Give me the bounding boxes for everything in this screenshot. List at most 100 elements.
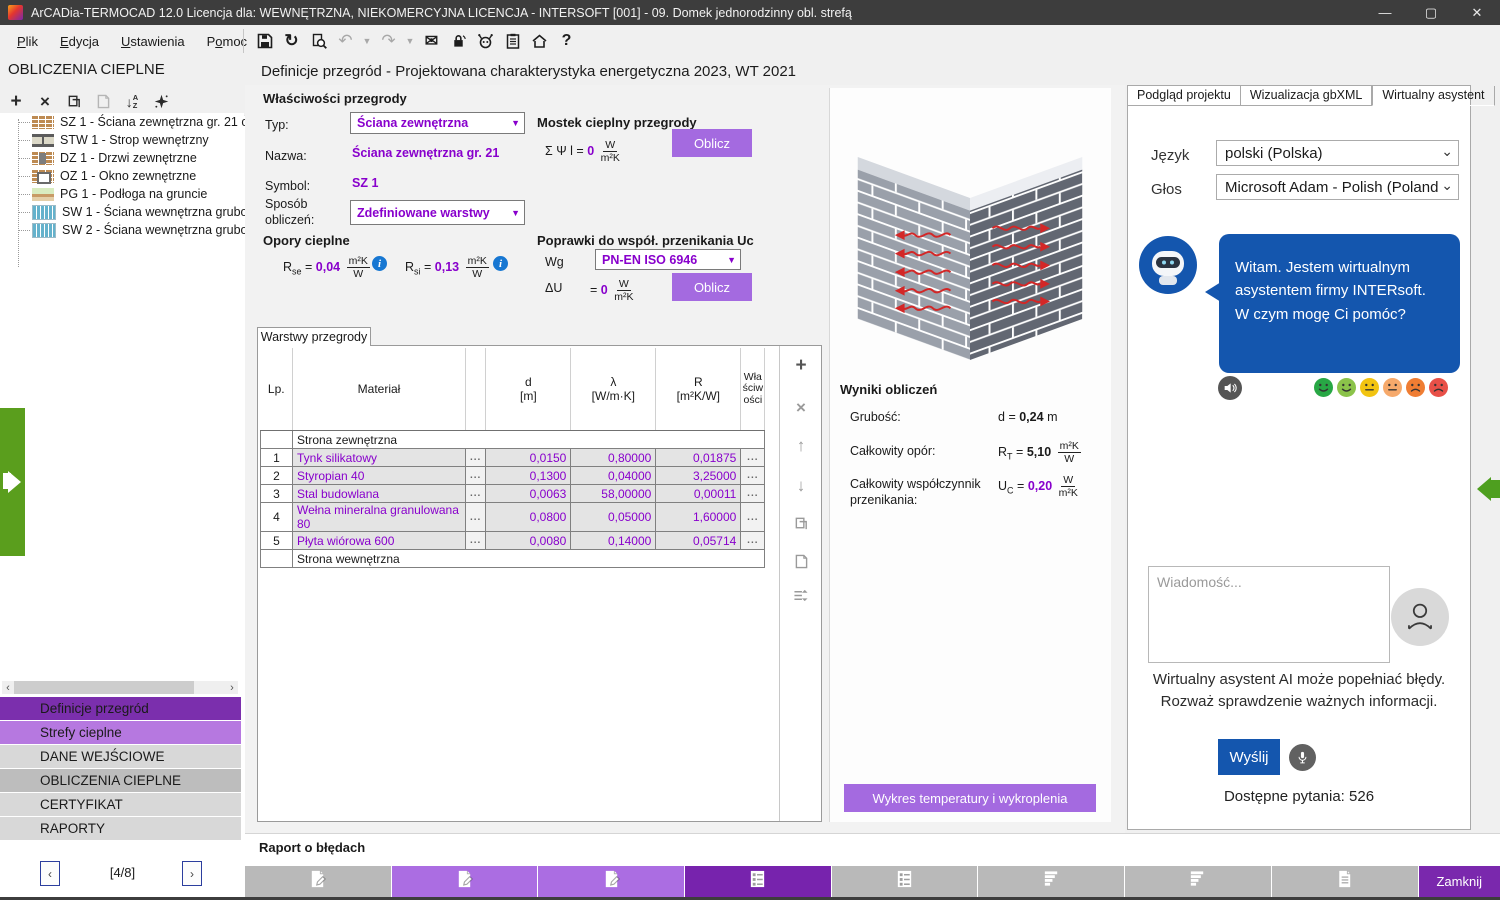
emoji-smile-icon[interactable] bbox=[1314, 378, 1333, 402]
r-cell[interactable]: 0,05714 bbox=[656, 532, 741, 550]
method-select[interactable]: Zdefiniowane warstwy ▼ bbox=[350, 200, 525, 225]
sort-partitions-icon[interactable]: ↓AZ bbox=[122, 92, 142, 112]
page-next-button[interactable]: › bbox=[182, 861, 202, 886]
redo-icon[interactable]: ↷ bbox=[377, 30, 400, 53]
emoji-smile-icon[interactable] bbox=[1337, 378, 1356, 402]
wg-select[interactable]: PN-EN ISO 6946 ▼ bbox=[595, 249, 741, 270]
properties-button[interactable]: ... bbox=[741, 467, 765, 485]
d-cell[interactable]: 0,0150 bbox=[486, 449, 571, 467]
add-partition-icon[interactable]: + bbox=[6, 92, 26, 112]
sidebar-item-strefy-cieplne[interactable]: Strefy cieplne bbox=[0, 721, 241, 744]
tab-podgląd-projektu[interactable]: Podgląd projektu bbox=[1128, 86, 1241, 105]
menu-pomoc[interactable]: Pomoc bbox=[196, 29, 258, 54]
r-cell[interactable]: 0,00011 bbox=[656, 485, 741, 503]
redo-menu-icon[interactable]: ▼ bbox=[404, 30, 416, 53]
emoji-frown-icon[interactable] bbox=[1406, 378, 1425, 402]
material-cell[interactable]: Stal budowlana bbox=[293, 485, 466, 503]
send-button[interactable]: Wyślij bbox=[1218, 739, 1280, 775]
zamknij-button[interactable]: Zamknij bbox=[1419, 866, 1500, 897]
d-cell[interactable]: 0,0080 bbox=[486, 532, 571, 550]
tab-wirtualny-asystent[interactable]: Wirtualny asystent bbox=[1372, 86, 1494, 106]
copy-layer-icon[interactable] bbox=[789, 511, 813, 535]
right-dock-handle[interactable] bbox=[1477, 466, 1500, 512]
delete-partition-icon[interactable]: × bbox=[35, 92, 55, 112]
undo-icon[interactable]: ↶ bbox=[334, 30, 357, 53]
microphone-icon[interactable] bbox=[1289, 744, 1316, 771]
lambda-cell[interactable]: 0,05000 bbox=[571, 503, 656, 532]
bottom-tab-1-doc-edit[interactable] bbox=[245, 866, 392, 897]
material-picker-button[interactable]: ... bbox=[466, 503, 486, 532]
properties-button[interactable]: ... bbox=[741, 532, 765, 550]
r-cell[interactable]: 3,25000 bbox=[656, 467, 741, 485]
layers-tab[interactable]: Warstwy przegrody bbox=[257, 327, 371, 346]
menu-ustawienia[interactable]: Ustawienia bbox=[110, 29, 196, 54]
tab-wizualizacja-gbxml[interactable]: Wizualizacja gbXML bbox=[1241, 86, 1373, 105]
menu-edycja[interactable]: Edycja bbox=[49, 29, 110, 54]
tree-item-pg-1[interactable]: PG 1 - Podłoga na gruncie bbox=[0, 185, 244, 203]
r-cell[interactable]: 1,60000 bbox=[656, 503, 741, 532]
tree-item-oz-1[interactable]: OZ 1 - Okno zewnętrzne bbox=[0, 167, 244, 185]
material-cell[interactable]: Styropian 40 bbox=[293, 467, 466, 485]
assistant-bot-icon[interactable] bbox=[474, 30, 497, 53]
sidebar-item-definicje-przegród[interactable]: Definicje przegród bbox=[0, 697, 241, 720]
tree-item-sw-2[interactable]: SW 2 - Ściana wewnętrzna grubość bbox=[0, 221, 244, 239]
help-icon[interactable]: ? bbox=[555, 30, 578, 53]
name-value[interactable]: Ściana zewnętrzna gr. 21 bbox=[352, 146, 499, 160]
scroll-right-icon[interactable]: › bbox=[226, 682, 238, 694]
voice-select[interactable]: Microsoft Adam - Polish (Poland ⌄ bbox=[1216, 174, 1459, 200]
move-layer-up-icon[interactable]: ↑ bbox=[789, 434, 813, 458]
delete-layer-icon[interactable]: × bbox=[789, 396, 813, 420]
add-layer-icon[interactable]: + bbox=[789, 354, 813, 378]
temperature-chart-button[interactable]: Wykres temperatury i wykroplenia bbox=[844, 784, 1096, 812]
material-picker-button[interactable]: ... bbox=[466, 449, 486, 467]
du-oblicz-button[interactable]: Oblicz bbox=[672, 273, 752, 301]
rsi-info-icon[interactable]: i bbox=[493, 256, 508, 271]
home-icon[interactable] bbox=[528, 30, 551, 53]
tree-horizontal-scrollbar[interactable]: ‹ › bbox=[2, 681, 238, 694]
d-cell[interactable]: 0,0063 bbox=[486, 485, 571, 503]
wizard-icon[interactable] bbox=[151, 92, 171, 112]
move-layer-down-icon[interactable]: ↓ bbox=[789, 474, 813, 498]
r-cell[interactable]: 0,01875 bbox=[656, 449, 741, 467]
d-cell[interactable]: 0,0800 bbox=[486, 503, 571, 532]
sidebar-item-obliczenia-cieplne[interactable]: OBLICZENIA CIEPLNE bbox=[0, 769, 241, 792]
send-mail-icon[interactable]: ✉ bbox=[420, 30, 443, 53]
sidebar-item-raporty[interactable]: RAPORTY bbox=[0, 817, 241, 840]
material-picker-button[interactable]: ... bbox=[466, 532, 486, 550]
reorder-layers-icon[interactable] bbox=[789, 583, 813, 607]
properties-button[interactable]: ... bbox=[741, 503, 765, 532]
rse-info-icon[interactable]: i bbox=[372, 256, 387, 271]
material-picker-button[interactable]: ... bbox=[466, 485, 486, 503]
left-dock-handle[interactable] bbox=[0, 408, 25, 556]
lambda-cell[interactable]: 58,00000 bbox=[571, 485, 656, 503]
sidebar-item-dane-wejściowe[interactable]: DANE WEJŚCIOWE bbox=[0, 745, 241, 768]
paste-partition-icon[interactable] bbox=[93, 92, 113, 112]
scrollbar-thumb[interactable] bbox=[14, 681, 194, 694]
report-list-icon[interactable] bbox=[501, 30, 524, 53]
bottom-tab-2-doc-edit[interactable] bbox=[392, 866, 539, 897]
license-lock-icon[interactable] bbox=[447, 30, 470, 53]
close-button[interactable]: ✕ bbox=[1454, 0, 1500, 25]
bottom-tab-4-form[interactable] bbox=[685, 866, 832, 897]
lambda-cell[interactable]: 0,80000 bbox=[571, 449, 656, 467]
lambda-cell[interactable]: 0,14000 bbox=[571, 532, 656, 550]
undo-menu-icon[interactable]: ▼ bbox=[361, 30, 373, 53]
d-cell[interactable]: 0,1300 bbox=[486, 467, 571, 485]
bottom-tab-3-doc-edit[interactable] bbox=[538, 866, 685, 897]
material-picker-button[interactable]: ... bbox=[466, 467, 486, 485]
message-input[interactable]: Wiadomość... bbox=[1148, 566, 1390, 663]
bridge-oblicz-button[interactable]: Oblicz bbox=[672, 129, 752, 157]
sidebar-item-certyfikat[interactable]: CERTYFIKAT bbox=[0, 793, 241, 816]
bottom-tab-7-energy[interactable] bbox=[1125, 866, 1272, 897]
material-cell[interactable]: Płyta wiórowa 600 bbox=[293, 532, 466, 550]
scroll-left-icon[interactable]: ‹ bbox=[2, 682, 14, 694]
speaker-icon[interactable] bbox=[1218, 376, 1242, 400]
menu-plik[interactable]: Plik bbox=[6, 29, 49, 54]
symbol-value[interactable]: SZ 1 bbox=[352, 176, 378, 190]
save-icon[interactable] bbox=[253, 30, 276, 53]
paste-layer-icon[interactable] bbox=[789, 549, 813, 573]
type-select[interactable]: Ściana zewnętrzna ▼ bbox=[350, 112, 525, 134]
lambda-cell[interactable]: 0,04000 bbox=[571, 467, 656, 485]
bottom-tab-6-energy[interactable] bbox=[978, 866, 1125, 897]
maximize-button[interactable]: ▢ bbox=[1408, 0, 1454, 25]
